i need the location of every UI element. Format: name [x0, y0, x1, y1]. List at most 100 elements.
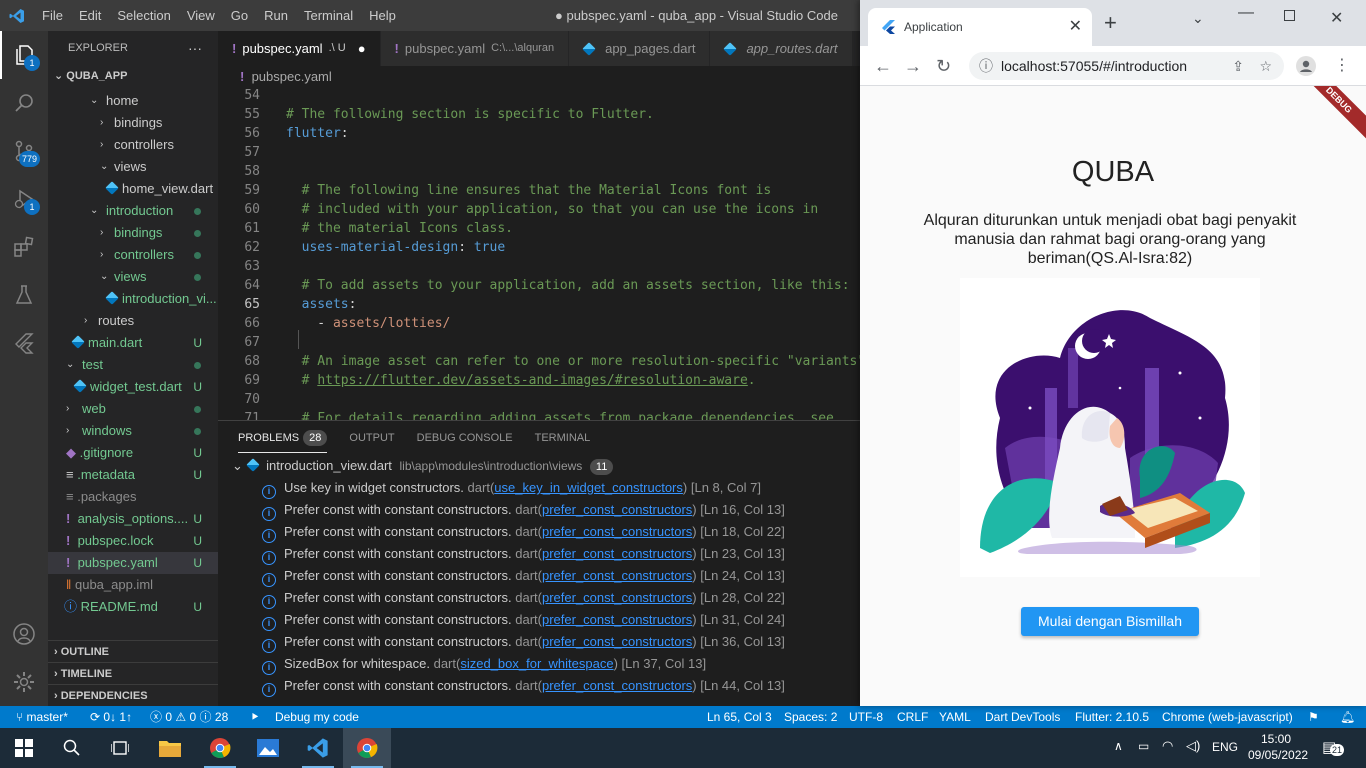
- debug-status[interactable]: ⯈ Debug my code: [250, 706, 359, 728]
- testing-activity-button[interactable]: [0, 271, 48, 319]
- problems-file-group[interactable]: ⌄ introduction_view.dart lib\app\modules…: [218, 455, 860, 477]
- tree-item[interactable]: › controllers: [48, 244, 218, 266]
- menu-terminal[interactable]: Terminal: [296, 0, 361, 31]
- reload-icon[interactable]: ↻: [936, 46, 951, 86]
- problem-row[interactable]: i Prefer const with constant constructors…: [218, 521, 860, 543]
- tree-item[interactable]: ⓘ README.md U: [48, 596, 218, 618]
- close-tab-icon[interactable]: ✕: [1069, 8, 1082, 46]
- problem-rule-link[interactable]: prefer_const_constructors: [542, 634, 692, 649]
- menu-go[interactable]: Go: [223, 0, 256, 31]
- back-icon[interactable]: ←: [874, 46, 892, 86]
- menu-run[interactable]: Run: [256, 0, 296, 31]
- problem-rule-link[interactable]: use_key_in_widget_constructors: [494, 480, 683, 495]
- problem-rule-link[interactable]: prefer_const_constructors: [542, 502, 692, 517]
- tab-search-icon[interactable]: ⌄: [1192, 10, 1204, 27]
- chrome-taskbar[interactable]: [196, 728, 244, 768]
- tab-pubspec-alquran[interactable]: ! pubspec.yaml C:\...\alquran: [380, 31, 570, 66]
- profile-avatar[interactable]: [1296, 56, 1316, 76]
- problem-rule-link[interactable]: prefer_const_constructors: [542, 524, 692, 539]
- notifications-bell-icon[interactable]: 🔔︎: [1340, 706, 1355, 728]
- menu-file[interactable]: File: [34, 0, 71, 31]
- tree-item[interactable]: ≡ .packages: [48, 486, 218, 508]
- minimize-icon[interactable]: —: [1238, 4, 1254, 22]
- menu-edit[interactable]: Edit: [71, 0, 109, 31]
- accounts-button[interactable]: [0, 610, 48, 658]
- menu-help[interactable]: Help: [361, 0, 404, 31]
- share-icon[interactable]: ⇪: [1232, 52, 1244, 80]
- tab-debug-console[interactable]: DEBUG CONSOLE: [417, 432, 513, 444]
- problem-rule-link[interactable]: prefer_const_constructors: [542, 546, 692, 561]
- forward-icon[interactable]: →: [904, 46, 922, 86]
- breadcrumb[interactable]: ! pubspec.yaml: [218, 66, 860, 88]
- problem-row[interactable]: i Prefer const with constant constructors…: [218, 565, 860, 587]
- tree-item[interactable]: main.dart U: [48, 332, 218, 354]
- tree-item[interactable]: › routes: [48, 310, 218, 332]
- problem-row[interactable]: i SizedBox for whitespace. dart(sized_box…: [218, 653, 860, 675]
- tree-item[interactable]: ◆ .gitignore U: [48, 442, 218, 464]
- wifi-icon[interactable]: ◠: [1162, 738, 1173, 754]
- problem-rule-link[interactable]: prefer_const_constructors: [542, 590, 692, 605]
- tree-item[interactable]: ! analysis_options.... U: [48, 508, 218, 530]
- git-branch[interactable]: ⑂ master*: [16, 706, 68, 728]
- problem-row[interactable]: i Prefer const with constant constructors…: [218, 587, 860, 609]
- chrome-active-taskbar[interactable]: [343, 728, 391, 768]
- tree-item[interactable]: ! pubspec.lock U: [48, 530, 218, 552]
- maximize-icon[interactable]: [1284, 10, 1295, 21]
- search-button[interactable]: [48, 728, 96, 768]
- dirty-indicator[interactable]: ●: [358, 31, 366, 66]
- tree-item[interactable]: ⌄ views: [48, 156, 218, 178]
- close-window-icon[interactable]: ✕: [1330, 8, 1343, 28]
- address-bar[interactable]: ⓘ localhost:57055/#/introduction ⇪ ☆: [969, 52, 1284, 80]
- more-actions-button[interactable]: ···: [188, 31, 202, 65]
- tree-item[interactable]: ⌄ test: [48, 354, 218, 376]
- file-explorer-taskbar[interactable]: [146, 728, 194, 768]
- explorer-activity-button[interactable]: 1: [0, 31, 48, 79]
- problem-row[interactable]: i Use key in widget constructors. dart(us…: [218, 477, 860, 499]
- tab-terminal[interactable]: TERMINAL: [535, 432, 591, 444]
- dependencies-section[interactable]: › DEPENDENCIES: [48, 684, 218, 706]
- tree-item[interactable]: ≡ .metadata U: [48, 464, 218, 486]
- encoding[interactable]: UTF-8: [849, 706, 883, 728]
- tree-item[interactable]: ⌄ views: [48, 266, 218, 288]
- language-mode[interactable]: YAML: [939, 706, 971, 728]
- tree-item[interactable]: ⌄ introduction: [48, 200, 218, 222]
- dart-devtools[interactable]: Dart DevTools: [985, 706, 1060, 728]
- search-activity-button[interactable]: [0, 79, 48, 127]
- start-bismillah-button[interactable]: Mulai dengan Bismillah: [1021, 607, 1199, 636]
- battery-icon[interactable]: ▭: [1138, 739, 1149, 753]
- tab-app-pages[interactable]: app_pages.dart: [569, 31, 711, 66]
- outline-section[interactable]: › OUTLINE: [48, 640, 218, 662]
- feedback-icon[interactable]: ⚑: [1308, 706, 1319, 728]
- cursor-position[interactable]: Ln 65, Col 3: [707, 706, 772, 728]
- tray-chevron-up-icon[interactable]: ∧: [1114, 739, 1123, 753]
- clock[interactable]: 15:00 09/05/2022: [1248, 731, 1308, 763]
- new-tab-button[interactable]: +: [1104, 12, 1117, 34]
- tab-app-routes[interactable]: app_routes.dart: [710, 31, 853, 66]
- tab-output[interactable]: OUTPUT: [349, 432, 394, 444]
- problem-row[interactable]: i Prefer const with constant constructors…: [218, 543, 860, 565]
- tab-pubspec-active[interactable]: ! pubspec.yaml .\ U ●: [218, 31, 381, 66]
- tree-item[interactable]: › controllers: [48, 134, 218, 156]
- tree-item[interactable]: › bindings: [48, 222, 218, 244]
- problems-status[interactable]: ⓧ 0 ⚠ 0 ⓘ 28: [150, 706, 228, 728]
- menu-selection[interactable]: Selection: [109, 0, 178, 31]
- tree-item[interactable]: › bindings: [48, 112, 218, 134]
- run-debug-activity-button[interactable]: 1: [0, 175, 48, 223]
- tree-item[interactable]: introduction_vi...: [48, 288, 218, 310]
- flutter-version[interactable]: Flutter: 2.10.5: [1075, 706, 1149, 728]
- flutter-activity-button[interactable]: [0, 319, 48, 367]
- problem-row[interactable]: i Prefer const with constant constructors…: [218, 609, 860, 631]
- menu-kebab-icon[interactable]: ⋮: [1334, 46, 1350, 86]
- tree-item[interactable]: › windows: [48, 420, 218, 442]
- line-endings[interactable]: CRLF: [897, 706, 928, 728]
- manage-button[interactable]: [0, 658, 48, 706]
- extensions-activity-button[interactable]: [0, 223, 48, 271]
- target-device[interactable]: Chrome (web-javascript): [1162, 706, 1293, 728]
- problem-rule-link[interactable]: prefer_const_constructors: [542, 678, 692, 693]
- volume-icon[interactable]: ◁): [1186, 738, 1200, 754]
- start-button[interactable]: [0, 728, 48, 768]
- photos-taskbar[interactable]: [244, 728, 292, 768]
- menu-view[interactable]: View: [179, 0, 223, 31]
- tree-item[interactable]: ǁ quba_app.iml: [48, 574, 218, 596]
- git-sync[interactable]: ⟳ 0↓ 1↑: [90, 706, 132, 728]
